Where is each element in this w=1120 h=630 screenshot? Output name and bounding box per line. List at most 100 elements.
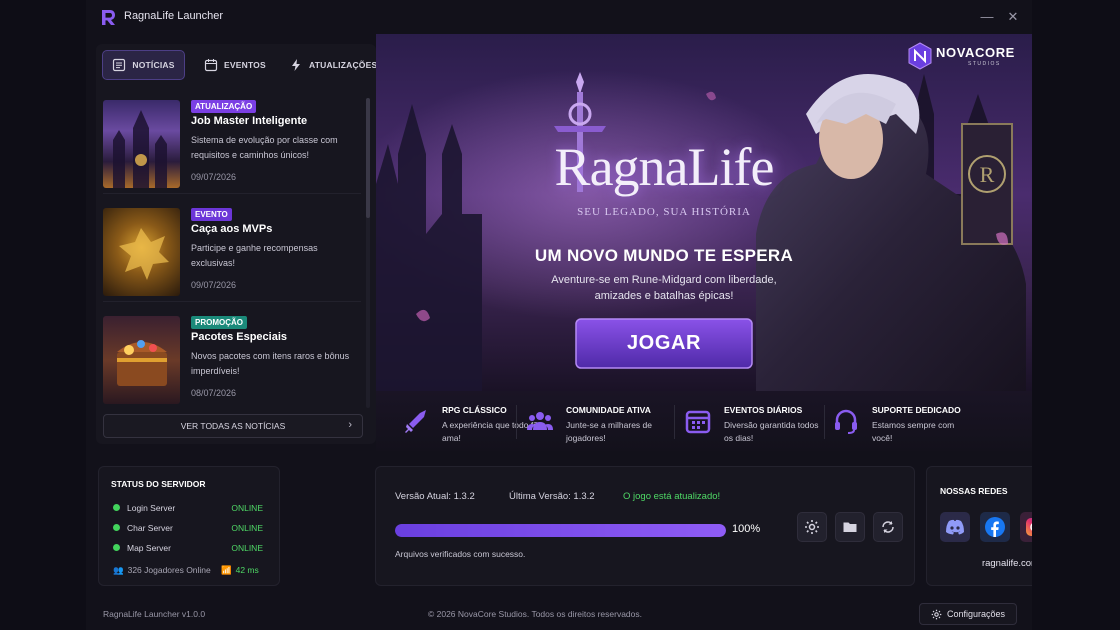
bolt-icon xyxy=(292,59,300,71)
website-link[interactable]: ragnalife.com.br xyxy=(927,558,1032,569)
update-card: Versão Atual: 1.3.2 Última Versão: 1.3.2… xyxy=(375,466,915,586)
news-thumbnail xyxy=(103,208,180,296)
news-scrollbar[interactable] xyxy=(366,98,370,408)
news-description: Novos pacotes com itens raros e bônus im… xyxy=(191,351,350,376)
title-bar: RagnaLife Launcher — ✕ xyxy=(86,0,1032,34)
users-icon xyxy=(527,412,553,430)
news-title: Job Master Inteligente xyxy=(191,115,308,127)
feature-title: EVENTOS DIÁRIOS xyxy=(724,405,803,415)
feature-description: A experiência que todo fã ama! xyxy=(442,420,538,443)
close-icon[interactable]: ✕ xyxy=(1002,6,1024,28)
wifi-icon: 📶 xyxy=(221,565,232,575)
news-description: Sistema de evolução por classe com requi… xyxy=(191,135,338,160)
headline: UM NOVO MUNDO TE ESPERA xyxy=(534,246,794,265)
news-badge: ATUALIZAÇÃO xyxy=(191,100,257,113)
headline-subtitle: Aventure-se em Rune-Midgard com liberdad… xyxy=(551,274,777,302)
open-folder-button[interactable] xyxy=(835,512,865,542)
news-title: Caça aos MVPs xyxy=(191,223,273,235)
configurations-button[interactable]: Configurações xyxy=(919,603,1017,625)
news-date: 09/07/2026 xyxy=(191,280,237,290)
server-name: Map Server xyxy=(127,543,171,553)
verified-message: Arquivos verificados com sucesso. xyxy=(395,549,526,559)
news-thumbnail xyxy=(103,100,180,188)
status-dot xyxy=(113,504,120,511)
server-name: Login Server xyxy=(127,503,176,513)
play-button[interactable]: JOGAR xyxy=(576,319,752,368)
feature-title: RPG CLÁSSICO xyxy=(442,405,507,415)
server-state: ONLINE xyxy=(231,503,263,513)
studio-logo: NOVACORE STUDIOS xyxy=(908,42,1020,70)
copyright: © 2026 NovaCore Studios. Todos os direit… xyxy=(428,609,642,619)
hero-banner: R NOVACORE STUDIOS RagnaLife SEU LEGADO,… xyxy=(376,34,1032,391)
tab-news[interactable]: NOTÍCIAS xyxy=(102,50,185,80)
progress-bar xyxy=(395,524,726,537)
news-date: 09/07/2026 xyxy=(191,172,237,182)
news-date: 08/07/2026 xyxy=(191,388,237,398)
facebook-button[interactable] xyxy=(980,512,1010,542)
users-icon: 👥 xyxy=(113,565,124,575)
refresh-button[interactable] xyxy=(873,512,903,542)
studio-subtitle: STUDIOS xyxy=(968,61,1001,67)
calendar-icon xyxy=(204,59,218,72)
gear-icon xyxy=(931,609,942,619)
tab-events[interactable]: EVENTOS xyxy=(204,50,266,80)
progress-percent: 100% xyxy=(732,523,761,535)
tab-updates[interactable]: ATUALIZAÇÕES xyxy=(289,50,377,80)
minimize-icon[interactable]: — xyxy=(976,6,998,28)
tab-news-label: NOTÍCIAS xyxy=(132,60,175,70)
server-name: Char Server xyxy=(127,523,173,533)
game-logo: RagnaLife xyxy=(554,137,775,197)
svg-text:R: R xyxy=(980,162,995,187)
update-status: O jogo está atualizado! xyxy=(623,491,721,502)
feature-description: Diversão garantida todos os dias! xyxy=(724,420,819,443)
server-status-title: STATUS DO SERVIDOR xyxy=(111,479,206,489)
server-state: ONLINE xyxy=(231,523,263,533)
game-tagline: SEU LEGADO, SUA HISTÓRIA xyxy=(577,206,751,218)
view-all-news-button[interactable]: VER TODAS AS NOTÍCIAS › xyxy=(103,414,363,438)
social-title: NOSSAS REDES xyxy=(940,486,1008,496)
play-button-label: JOGAR xyxy=(626,332,702,354)
divider xyxy=(516,405,517,439)
tab-updates-label: ATUALIZAÇÕES xyxy=(309,60,378,70)
ping-text: 42 ms xyxy=(235,565,259,575)
studio-name: NOVACORE xyxy=(936,45,1015,60)
news-item[interactable]: ATUALIZAÇÃO Job Master Inteligente Siste… xyxy=(103,92,361,194)
hexagon-logo-icon xyxy=(908,42,932,70)
features-strip: RPG CLÁSSICO A experiência que todo fã a… xyxy=(376,391,1032,451)
refresh-icon xyxy=(882,521,894,533)
latest-version: Última Versão: 1.3.2 xyxy=(509,491,595,502)
server-state: ONLINE xyxy=(231,543,263,553)
feature-title: COMUNIDADE ATIVA xyxy=(566,405,651,415)
news-thumbnail xyxy=(103,316,180,404)
app-logo-icon xyxy=(102,10,115,25)
folder-icon xyxy=(843,522,857,532)
news-description: Participe e ganhe recompensas exclusivas… xyxy=(191,243,318,268)
divider xyxy=(674,405,675,439)
news-badge: EVENTO xyxy=(191,208,232,221)
ping: 📶 42 ms xyxy=(221,565,259,576)
status-dot xyxy=(113,544,120,551)
news-badge: PROMOÇÃO xyxy=(191,316,247,329)
launcher-version: RagnaLife Launcher v1.0.0 xyxy=(103,609,206,619)
players-online: 👥 326 Jogadores Online xyxy=(113,565,211,576)
newspaper-icon xyxy=(113,58,126,72)
news-item[interactable]: EVENTO Caça aos MVPs Participe e ganhe r… xyxy=(103,200,361,302)
feature-title: SUPORTE DEDICADO xyxy=(872,405,961,415)
social-card: NOSSAS REDES ragnalife.com.br xyxy=(926,466,1032,586)
feature-description: Junte-se a milhares de jogadores! xyxy=(566,420,652,443)
news-scroll-thumb[interactable] xyxy=(366,98,370,218)
calendar-icon xyxy=(685,410,711,434)
facebook-icon xyxy=(985,517,1005,537)
instagram-icon xyxy=(1026,518,1032,536)
instagram-button[interactable] xyxy=(1020,512,1032,542)
chevron-right-icon: › xyxy=(348,419,352,431)
headset-icon xyxy=(835,409,857,434)
tab-events-label: EVENTOS xyxy=(224,60,266,70)
divider xyxy=(824,405,825,439)
settings-button[interactable] xyxy=(797,512,827,542)
view-all-news-label: VER TODAS AS NOTÍCIAS xyxy=(180,421,286,431)
news-item[interactable]: PROMOÇÃO Pacotes Especiais Novos pacotes… xyxy=(103,308,361,410)
discord-button[interactable] xyxy=(940,512,970,542)
current-version: Versão Atual: 1.3.2 xyxy=(395,491,475,502)
status-dot xyxy=(113,524,120,531)
